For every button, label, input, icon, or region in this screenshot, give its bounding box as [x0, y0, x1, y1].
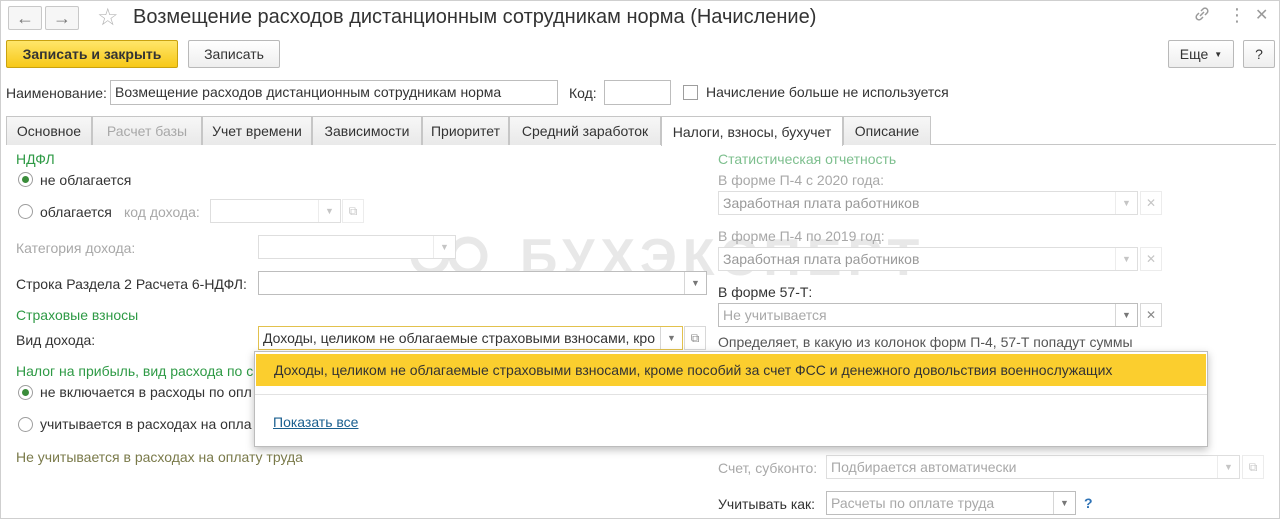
count-as-select[interactable]: Расчеты по оплате труда ▼ — [826, 491, 1076, 515]
income-type-dropdown: Доходы, целиком не облагаемые страховыми… — [254, 351, 1208, 447]
p4-2019-value: Заработная плата работников — [723, 251, 920, 267]
tab-main[interactable]: Основное — [6, 116, 92, 145]
income-type-select[interactable]: Доходы, целиком не облагаемые страховыми… — [258, 326, 683, 350]
account-label: Счет, субконто: — [718, 460, 818, 476]
ndfl-not-taxed-label: не облагается — [40, 172, 132, 188]
ndfl-taxed-radio[interactable] — [18, 204, 33, 219]
profit-included-radio[interactable] — [18, 417, 33, 432]
forward-button[interactable]: → — [45, 6, 79, 30]
ndfl-section-title: НДФЛ — [16, 151, 55, 167]
count-as-label: Учитывать как: — [718, 496, 816, 512]
arrow-left-icon: ← — [16, 7, 34, 28]
tab-base-calc[interactable]: Расчет базы — [92, 116, 202, 145]
chevron-down-icon[interactable]: ▼ — [1217, 456, 1239, 478]
insurance-section-title: Страховые взносы — [16, 307, 139, 323]
chevron-down-icon[interactable]: ▼ — [318, 200, 340, 222]
save-button[interactable]: Записать — [188, 40, 280, 68]
p4-2020-select[interactable]: Заработная плата работников ▼ — [718, 191, 1138, 215]
profit-tax-section-title: Налог на прибыль, вид расхода по с — [16, 363, 254, 379]
stats-section-title: Статистическая отчетность — [718, 151, 897, 167]
unused-label: Начисление больше не используется — [706, 84, 949, 100]
row-6ndfl-label: Строка Раздела 2 Расчета 6-НДФЛ: — [16, 276, 247, 292]
chevron-down-icon[interactable]: ▼ — [1115, 192, 1137, 214]
tab-bar: Основное Расчет базы Учет времени Зависи… — [6, 116, 1276, 146]
open-icon[interactable]: ⧉ — [684, 326, 706, 350]
code-input[interactable] — [604, 80, 671, 105]
stats-hint: Определяет, в какую из колонок форм П-4,… — [718, 334, 1133, 350]
tab-time-tracking[interactable]: Учет времени — [202, 116, 312, 145]
count-as-help-icon[interactable]: ? — [1084, 495, 1093, 511]
chevron-down-icon[interactable]: ▼ — [1053, 492, 1075, 514]
p4-2020-label: В форме П-4 с 2020 года: — [718, 172, 885, 188]
name-input[interactable]: Возмещение расходов дистанционным сотруд… — [110, 80, 558, 105]
income-type-label: Вид дохода: — [16, 332, 96, 348]
save-and-close-button[interactable]: Записать и закрыть — [6, 40, 178, 68]
chevron-down-icon[interactable]: ▼ — [684, 272, 706, 294]
more-button-label: Еще — [1179, 46, 1209, 62]
link-icon-svg — [1195, 7, 1209, 21]
income-category-select[interactable]: ▼ — [258, 235, 456, 259]
p4-2019-select[interactable]: Заработная плата работников ▼ — [718, 247, 1138, 271]
income-code-label: код дохода: — [124, 204, 200, 220]
f57t-label: В форме 57-Т: — [718, 284, 813, 300]
back-button[interactable]: ← — [8, 6, 42, 30]
tab-average-earnings[interactable]: Средний заработок — [509, 116, 661, 145]
profit-tax-note: Не учитывается в расходах на оплату труд… — [16, 449, 303, 465]
income-type-value: Доходы, целиком не облагаемые страховыми… — [263, 330, 655, 346]
f57t-placeholder: Не учитывается — [723, 307, 827, 323]
chevron-down-icon[interactable]: ▼ — [433, 236, 455, 258]
dropdown-option[interactable]: Доходы, целиком не облагаемые страховыми… — [256, 354, 1206, 386]
chevron-down-icon: ▼ — [1214, 49, 1223, 59]
tab-description[interactable]: Описание — [843, 116, 931, 145]
tab-priority[interactable]: Приоритет — [422, 116, 509, 145]
favorite-star-icon[interactable]: ☆ — [97, 3, 119, 32]
p4-2019-label: В форме П-4 по 2019 год: — [718, 228, 885, 244]
tab-taxes[interactable]: Налоги, взносы, бухучет — [661, 116, 843, 146]
arrow-right-icon: → — [53, 7, 71, 28]
profit-not-included-radio[interactable] — [18, 385, 33, 400]
ndfl-taxed-label: облагается — [40, 204, 112, 220]
ndfl-not-taxed-radio[interactable] — [18, 172, 33, 187]
chevron-down-icon[interactable]: ▼ — [660, 327, 682, 349]
account-placeholder: Подбирается автоматически — [831, 459, 1017, 475]
dropdown-separator — [255, 394, 1207, 395]
window-title: Возмещение расходов дистанционным сотруд… — [133, 6, 817, 28]
code-label: Код: — [569, 85, 597, 101]
chevron-down-icon[interactable]: ▼ — [1115, 248, 1137, 270]
chevron-down-icon[interactable]: ▼ — [1115, 304, 1137, 326]
profit-not-included-label: не включается в расходы по опл — [40, 384, 252, 400]
open-icon[interactable]: ⧉ — [342, 199, 364, 223]
row-6ndfl-select[interactable]: ▼ — [258, 271, 707, 295]
profit-included-label: учитывается в расходах на опла — [40, 416, 252, 432]
tab-dependencies[interactable]: Зависимости — [312, 116, 422, 145]
clear-icon[interactable]: ✕ — [1140, 303, 1162, 327]
unused-checkbox[interactable] — [683, 85, 698, 100]
clear-icon[interactable]: ✕ — [1140, 191, 1162, 215]
f57t-select[interactable]: Не учитывается ▼ — [718, 303, 1138, 327]
p4-2020-value: Заработная плата работников — [723, 195, 920, 211]
income-category-label: Категория дохода: — [16, 240, 136, 256]
link-icon[interactable] — [1193, 5, 1211, 28]
help-button[interactable]: ? — [1243, 40, 1275, 68]
income-code-input[interactable]: ▼ — [210, 199, 341, 223]
more-menu-icon[interactable]: ⋮ — [1228, 5, 1246, 26]
count-as-placeholder: Расчеты по оплате труда — [831, 495, 995, 511]
more-button[interactable]: Еще ▼ — [1168, 40, 1234, 68]
open-icon[interactable]: ⧉ — [1242, 455, 1264, 479]
account-select[interactable]: Подбирается автоматически ▼ — [826, 455, 1240, 479]
close-icon[interactable]: ✕ — [1255, 5, 1268, 25]
name-label: Наименование: — [6, 85, 107, 101]
show-all-link[interactable]: Показать все — [273, 414, 358, 430]
clear-icon[interactable]: ✕ — [1140, 247, 1162, 271]
